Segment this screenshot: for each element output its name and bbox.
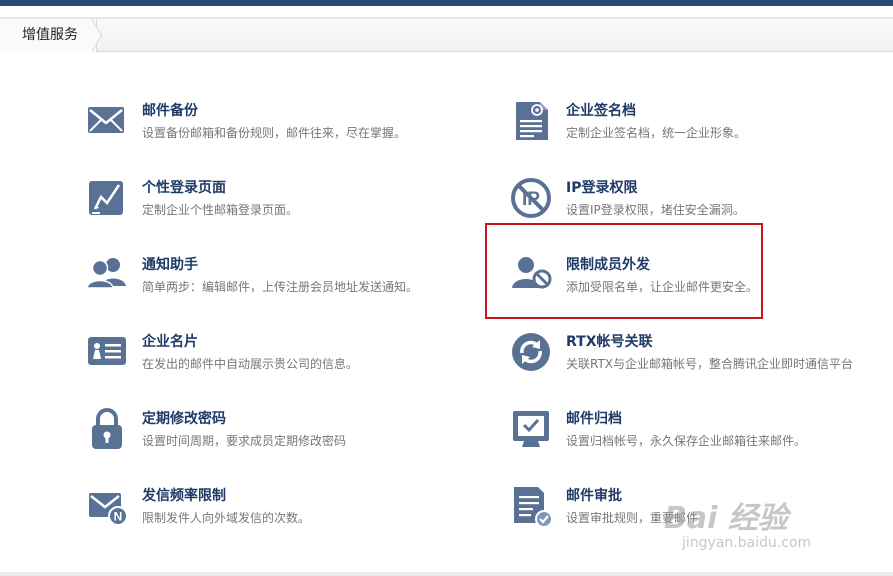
service-title[interactable]: 定期修改密码 (142, 408, 226, 428)
svg-text:N: N (114, 510, 123, 524)
breadcrumb-bar: 增值服务 (0, 18, 893, 52)
service-desc: 在发出的邮件中自动展示贵公司的信息。 (142, 357, 359, 371)
service-title[interactable]: 邮件归档 (566, 408, 622, 428)
service-title[interactable]: IP登录权限 (566, 177, 637, 197)
approval-doc-icon (514, 487, 552, 527)
service-desc: 限制发件人向外域发信的次数。 (142, 511, 311, 525)
service-desc: 定制企业签名档，统一企业形象。 (566, 126, 747, 140)
service-desc: 简单两步：编辑邮件，上传注册会员地址发送通知。 (142, 280, 419, 294)
watermark-url: jingyan.baidu.com (682, 535, 812, 551)
archive-icon (513, 411, 549, 447)
top-bar-line (0, 6, 893, 18)
business-card-icon (88, 337, 126, 365)
service-title[interactable]: 通知助手 (142, 254, 198, 274)
breadcrumb[interactable]: 增值服务 (0, 19, 97, 52)
service-title[interactable]: RTX帐号关联 (566, 331, 653, 351)
watermark: Bai 经验 jingyan.baidu.com (664, 493, 854, 555)
users-icon (86, 258, 126, 289)
ip-forbidden-icon: IP (511, 178, 551, 218)
service-title[interactable]: 邮件审批 (566, 485, 622, 505)
service-desc: 设置备份邮箱和备份规则，邮件往来，尽在掌握。 (142, 126, 407, 140)
service-title[interactable]: 邮件备份 (142, 100, 198, 120)
service-title[interactable]: 企业签名档 (566, 100, 636, 120)
service-desc: 设置归档帐号，永久保存企业邮箱往来邮件。 (566, 434, 807, 448)
watermark-logo: Bai 经验 (664, 501, 788, 536)
envelope-icon (88, 107, 124, 133)
bottom-line (0, 572, 893, 576)
service-desc: 设置时间周期，要求成员定期修改密码 (142, 434, 347, 448)
sync-icon (512, 333, 550, 371)
mail-limit-icon: N (89, 493, 128, 526)
highlight-box (485, 223, 763, 319)
service-title[interactable]: 个性登录页面 (142, 177, 226, 197)
service-desc: 设置IP登录权限，堵住安全漏洞。 (566, 203, 745, 217)
lock-icon (92, 408, 122, 449)
signature-doc-icon (516, 102, 548, 140)
service-desc: 关联RTX与企业邮箱帐号，整合腾讯企业即时通信平台 (566, 357, 854, 371)
service-title[interactable]: 发信频率限制 (142, 485, 226, 505)
service-title[interactable]: 企业名片 (142, 331, 198, 351)
breadcrumb-arrow-inner (91, 19, 101, 52)
service-desc: 定制企业个性邮箱登录页面。 (142, 203, 299, 217)
edit-page-icon (89, 181, 123, 215)
